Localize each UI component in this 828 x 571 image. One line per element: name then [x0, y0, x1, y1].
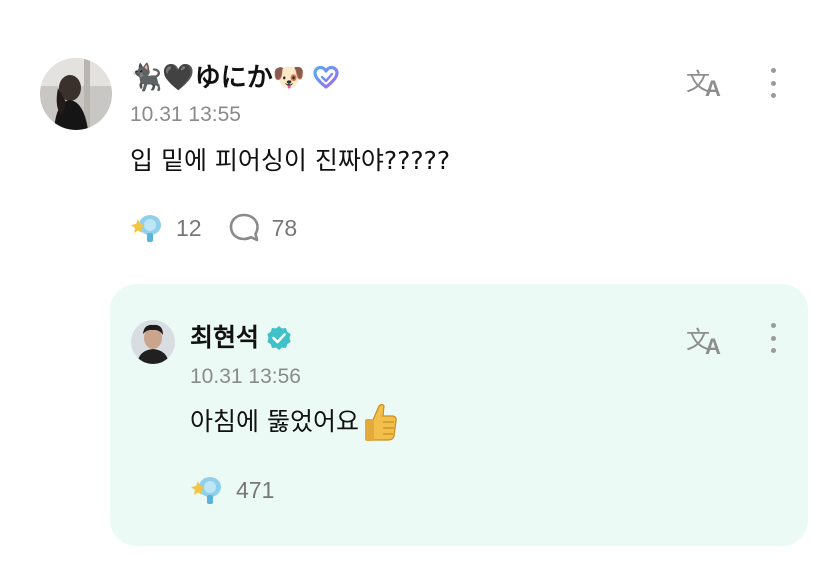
comment-bubble-icon [229, 213, 259, 242]
svg-text:A: A [705, 334, 721, 356]
more-vertical-icon [770, 68, 776, 73]
verified-badge-icon [265, 324, 293, 352]
post-author-avatar[interactable] [40, 58, 112, 130]
post-translate-button[interactable]: 文 A [684, 62, 728, 102]
membership-heart-badge-icon [313, 65, 339, 91]
post-timestamp: 10.31 13:55 [130, 103, 241, 126]
translate-icon: 文 A [686, 68, 721, 98]
post-like-button[interactable]: 12 [130, 211, 202, 245]
post-comment-count: 78 [271, 214, 298, 241]
more-vertical-icon [770, 323, 776, 328]
post-more-button[interactable] [768, 68, 778, 98]
post-comment-button[interactable]: 78 [228, 212, 298, 244]
translate-icon: 文 A [686, 326, 721, 356]
post-author-row: 🐈‍⬛🖤ゆにか🐶 [130, 58, 339, 98]
reply-text-row: 아침에 뚫었어요 [190, 402, 399, 442]
post-text: 입 밑에 피어싱이 진짜야????? [130, 146, 451, 175]
post-actions: 12 78 [130, 210, 297, 246]
reply-timestamp: 10.31 13:56 [190, 365, 301, 388]
post-like-count: 12 [176, 214, 202, 241]
reply-more-button[interactable] [768, 323, 778, 353]
reply-actions: 471 [190, 472, 274, 508]
svg-text:A: A [705, 76, 721, 98]
reply-like-count: 471 [236, 476, 275, 503]
reply-translate-button[interactable]: 文 A [684, 320, 728, 360]
reply-text: 아침에 뚫었어요 [190, 407, 359, 436]
reply-author-name[interactable]: 최현석 [190, 320, 259, 356]
reply-author-avatar[interactable] [131, 320, 175, 364]
like-sparkle-icon [191, 477, 221, 504]
reply-like-button[interactable]: 471 [190, 473, 274, 507]
like-sparkle-icon [131, 215, 161, 242]
thumbs-up-emoji [363, 402, 399, 442]
reply-author-row: 최현석 [190, 320, 293, 356]
post-author-name[interactable]: 🐈‍⬛🖤ゆにか🐶 [130, 58, 305, 98]
